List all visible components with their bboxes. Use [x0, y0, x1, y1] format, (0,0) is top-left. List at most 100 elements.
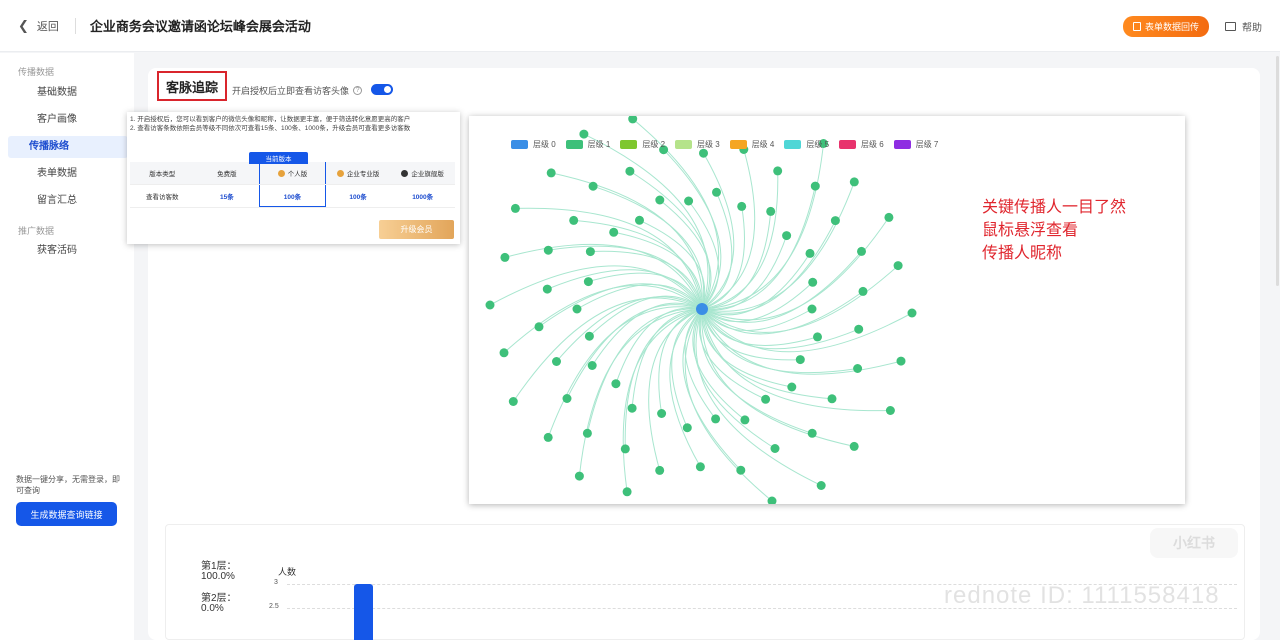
graph-node[interactable]	[622, 487, 632, 497]
graph-node[interactable]	[808, 277, 818, 287]
graph-node[interactable]	[896, 356, 906, 366]
graph-node[interactable]	[534, 322, 544, 332]
graph-node[interactable]	[655, 465, 665, 475]
graph-node[interactable]	[907, 308, 917, 318]
legend-item[interactable]: 层级 6	[839, 139, 884, 150]
graph-node[interactable]	[695, 462, 705, 472]
legend-item[interactable]: 层级 4	[729, 139, 774, 150]
graph-node[interactable]	[620, 444, 630, 454]
sidebar-item-basic[interactable]: 基础数据	[8, 82, 128, 104]
graph-node[interactable]	[737, 201, 747, 211]
graph-node[interactable]	[795, 355, 805, 365]
graph-node[interactable]	[853, 364, 863, 373]
graph-node[interactable]	[857, 246, 866, 256]
graph-node[interactable]	[611, 379, 621, 389]
graph-node[interactable]	[584, 331, 594, 341]
legend-item[interactable]: 层级 3	[675, 139, 720, 150]
graph-node[interactable]	[543, 432, 553, 442]
graph-node[interactable]	[588, 181, 598, 191]
graph-node[interactable]	[546, 168, 556, 178]
graph-node[interactable]	[684, 196, 694, 206]
graph-node[interactable]	[609, 227, 619, 237]
graph-node[interactable]	[627, 403, 637, 413]
graph-node[interactable]	[508, 397, 518, 406]
graph-node[interactable]	[552, 357, 561, 366]
graph-node[interactable]	[579, 129, 589, 139]
legend-item[interactable]: 层级 2	[620, 139, 665, 150]
graph-node[interactable]	[569, 215, 579, 225]
header-flagship: 企业旗舰版	[390, 162, 455, 184]
sidebar-item-messages[interactable]: 留言汇总	[8, 190, 128, 212]
graph-node[interactable]	[682, 423, 692, 433]
graph-node[interactable]	[816, 481, 826, 490]
graph-node[interactable]	[805, 248, 815, 258]
back-button[interactable]: ❮ 返回	[18, 18, 59, 34]
spread-graph[interactable]	[469, 116, 1185, 504]
graph-node[interactable]	[711, 414, 721, 424]
graph-node[interactable]	[782, 231, 792, 241]
legend-item[interactable]: 层级 1	[565, 139, 610, 150]
sidebar-item-portrait[interactable]: 客户画像	[8, 109, 128, 131]
graph-node[interactable]	[510, 203, 520, 213]
graph-node[interactable]	[582, 428, 592, 438]
graph-link	[551, 172, 703, 310]
graph-node[interactable]	[657, 409, 667, 418]
legend-swatch	[784, 140, 802, 149]
graph-center-node[interactable]	[696, 303, 708, 315]
graph-node[interactable]	[787, 382, 797, 392]
graph-node[interactable]	[827, 394, 837, 404]
layer-1-bar[interactable]	[354, 584, 373, 640]
legend-item[interactable]: 层级 0	[511, 139, 556, 150]
graph-node[interactable]	[830, 216, 840, 226]
graph-node[interactable]	[587, 361, 597, 370]
graph-node[interactable]	[858, 286, 868, 296]
graph-node[interactable]	[699, 148, 708, 158]
graph-node[interactable]	[885, 406, 895, 415]
graph-node[interactable]	[773, 166, 783, 176]
graph-node[interactable]	[635, 215, 644, 225]
graph-node[interactable]	[893, 261, 903, 271]
sidebar-item-spread-path[interactable]: 传播脉络	[8, 136, 128, 158]
sidebar-item-live-code[interactable]: 获客活码	[8, 240, 128, 262]
graph-node[interactable]	[712, 187, 721, 197]
generate-link-button[interactable]: 生成数据查询链接	[16, 502, 117, 526]
legend-item[interactable]: 层级 7	[893, 139, 938, 150]
graph-node[interactable]	[543, 245, 553, 255]
upgrade-button[interactable]: 升级会员	[379, 220, 454, 239]
graph-node[interactable]	[585, 247, 595, 257]
question-icon[interactable]: ?	[353, 86, 363, 95]
graph-node[interactable]	[766, 206, 776, 216]
graph-node[interactable]	[574, 471, 584, 481]
graph-node[interactable]	[849, 177, 859, 187]
scrollbar[interactable]	[1276, 56, 1279, 286]
graph-node[interactable]	[854, 324, 864, 334]
auth-toggle[interactable]	[371, 84, 393, 95]
graph-node[interactable]	[485, 300, 495, 310]
graph-node[interactable]	[542, 284, 552, 294]
graph-node[interactable]	[810, 181, 820, 191]
graph-node[interactable]	[562, 394, 572, 403]
graph-node[interactable]	[572, 304, 582, 314]
graph-node[interactable]	[770, 444, 780, 453]
graph-node[interactable]	[807, 304, 817, 314]
graph-node[interactable]	[740, 415, 750, 425]
graph-node[interactable]	[628, 116, 638, 124]
graph-node[interactable]	[655, 195, 665, 205]
graph-node[interactable]	[767, 496, 777, 505]
sidebar-item-form-data[interactable]: 表单数据	[8, 163, 128, 185]
graph-node[interactable]	[884, 212, 894, 222]
graph-node[interactable]	[849, 441, 859, 451]
table-header-row: 版本类型 免费版 个人版 企业专业版 企业旗舰版	[130, 162, 455, 185]
graph-node[interactable]	[736, 465, 746, 475]
legend-item[interactable]: 层级 5	[784, 139, 829, 150]
graph-node[interactable]	[807, 428, 817, 438]
graph-node[interactable]	[625, 166, 635, 176]
graph-node[interactable]	[499, 348, 509, 358]
graph-node[interactable]	[583, 277, 593, 287]
graph-node[interactable]	[813, 332, 822, 342]
help-button[interactable]: 帮助	[1225, 19, 1262, 34]
graph-node[interactable]	[761, 394, 771, 404]
graph-node[interactable]	[500, 252, 510, 262]
legend-label: 层级 3	[697, 140, 720, 149]
form-data-button[interactable]: 表单数据回传	[1122, 15, 1209, 37]
